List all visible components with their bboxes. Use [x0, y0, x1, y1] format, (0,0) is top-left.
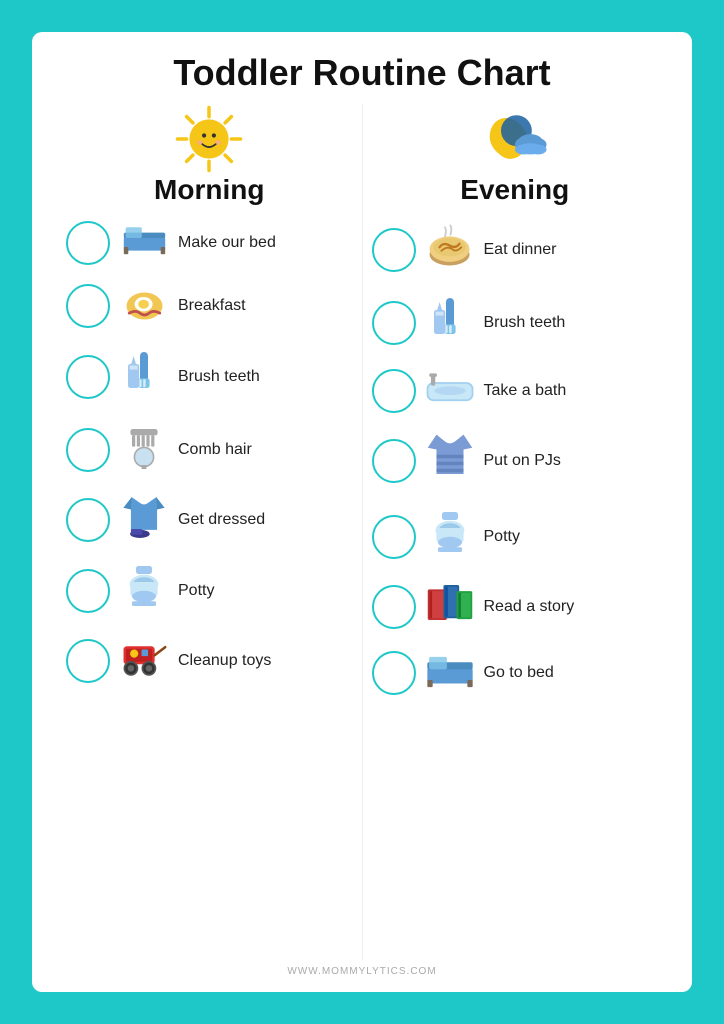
morning-item-icon-1 — [118, 279, 170, 333]
evening-item-icon-3 — [424, 429, 476, 493]
evening-column: Evening Eat dinner — [368, 104, 663, 960]
evening-routine-item: Brush teeth — [368, 289, 663, 356]
morning-checkbox-6[interactable] — [66, 639, 110, 683]
evening-item-icon-2 — [424, 366, 476, 415]
evening-checkbox-6[interactable] — [372, 651, 416, 695]
evening-routine-item: Read a story — [368, 576, 663, 638]
morning-header: Morning — [154, 104, 264, 206]
morning-item-label-5: Potty — [178, 582, 353, 600]
morning-routine-item: Make our bed — [62, 216, 357, 269]
evening-checkbox-3[interactable] — [372, 439, 416, 483]
evening-item-label-0: Eat dinner — [484, 241, 659, 259]
evening-item-icon-4 — [424, 507, 476, 566]
morning-checkbox-4[interactable] — [66, 498, 110, 542]
morning-item-icon-4 — [118, 493, 170, 547]
evening-checkbox-5[interactable] — [372, 585, 416, 629]
evening-item-label-2: Take a bath — [484, 382, 659, 400]
morning-checkbox-2[interactable] — [66, 355, 110, 399]
morning-routine-item: Cleanup toys — [62, 630, 357, 692]
morning-routine-item: Potty — [62, 557, 357, 624]
evening-item-icon-5 — [424, 580, 476, 634]
morning-item-icon-3 — [118, 420, 170, 479]
evening-item-icon-6 — [424, 648, 476, 697]
morning-item-icon-0 — [118, 220, 170, 265]
morning-routine-item: Get dressed — [62, 489, 357, 551]
evening-label: Evening — [460, 174, 569, 206]
morning-item-icon-2 — [118, 347, 170, 406]
morning-checkbox-0[interactable] — [66, 221, 110, 265]
morning-item-label-0: Make our bed — [178, 234, 353, 252]
main-card: Toddler Routine Chart — [32, 32, 692, 992]
morning-checkbox-3[interactable] — [66, 428, 110, 472]
morning-item-label-2: Brush teeth — [178, 368, 353, 386]
morning-item-icon-5 — [118, 561, 170, 620]
morning-routine-item: Comb hair — [62, 416, 357, 483]
morning-item-label-6: Cleanup toys — [178, 652, 353, 670]
morning-item-label-1: Breakfast — [178, 297, 353, 315]
morning-item-label-4: Get dressed — [178, 511, 353, 529]
evening-routine-item: Potty — [368, 503, 663, 570]
evening-item-label-1: Brush teeth — [484, 314, 659, 332]
morning-routine-item: Breakfast — [62, 275, 357, 337]
morning-item-label-3: Comb hair — [178, 441, 353, 459]
evening-item-icon-1 — [424, 293, 476, 352]
evening-header: Evening — [460, 104, 569, 206]
morning-checkbox-5[interactable] — [66, 569, 110, 613]
evening-items-list: Eat dinner Brush teeth Take a bath — [368, 216, 663, 701]
evening-item-icon-0 — [424, 220, 476, 279]
sun-icon — [174, 104, 244, 174]
evening-routine-item: Go to bed — [368, 644, 663, 701]
morning-item-icon-6 — [118, 634, 170, 688]
evening-item-label-6: Go to bed — [484, 664, 659, 682]
evening-item-label-3: Put on PJs — [484, 452, 659, 470]
morning-label: Morning — [154, 174, 264, 206]
moon-icon — [480, 104, 550, 174]
page-title: Toddler Routine Chart — [173, 52, 550, 94]
evening-routine-item: Eat dinner — [368, 216, 663, 283]
evening-checkbox-4[interactable] — [372, 515, 416, 559]
evening-routine-item: Take a bath — [368, 362, 663, 419]
evening-checkbox-1[interactable] — [372, 301, 416, 345]
footer-text: WWW.MOMMYLYTICS.COM — [287, 966, 436, 977]
morning-checkbox-1[interactable] — [66, 284, 110, 328]
column-divider — [362, 104, 363, 960]
evening-checkbox-0[interactable] — [372, 228, 416, 272]
columns-container: Morning Make our bed Breakfast — [62, 104, 662, 960]
morning-routine-item: Brush teeth — [62, 343, 357, 410]
evening-item-label-4: Potty — [484, 528, 659, 546]
morning-items-list: Make our bed Breakfast Brush teeth — [62, 216, 357, 692]
evening-routine-item: Put on PJs — [368, 425, 663, 497]
evening-item-label-5: Read a story — [484, 598, 659, 616]
evening-checkbox-2[interactable] — [372, 369, 416, 413]
morning-column: Morning Make our bed Breakfast — [62, 104, 357, 960]
